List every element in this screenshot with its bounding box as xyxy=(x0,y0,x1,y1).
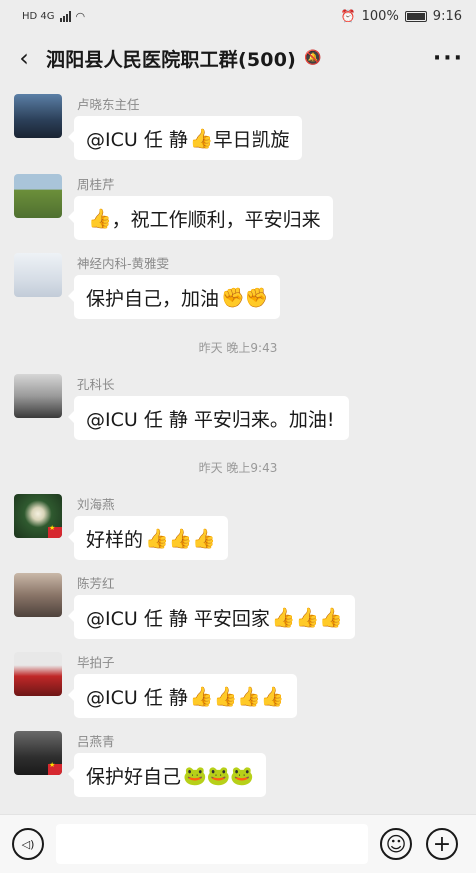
bell-off-icon: 🔕 xyxy=(304,50,322,66)
status-right: ⏰ 100% 9:16 xyxy=(341,9,462,24)
message-bubble[interactable]: 👍 ，祝工作顺利，平安归来 xyxy=(68,196,333,240)
avatar[interactable] xyxy=(14,573,62,617)
avatar[interactable] xyxy=(14,174,62,218)
thumbs-up-icon: 👍 xyxy=(189,127,214,150)
input-bar: ◁) ☺ + xyxy=(0,814,476,873)
sender-name: 周桂芹 xyxy=(77,177,115,192)
flag-icon xyxy=(48,524,62,538)
more-icon: ··· xyxy=(432,45,464,71)
message-text-suffix: 早日凯旋 xyxy=(213,128,290,151)
message-bubble[interactable]: @ICU 任 静 👍👍👍👍 xyxy=(68,674,297,718)
plus-icon: + xyxy=(432,831,452,857)
battery-percent: 100% xyxy=(361,8,399,24)
message-bubble[interactable]: 保护自己，加油 ✊✊ xyxy=(67,275,281,319)
thumbs-up-icon: 👍👍👍 xyxy=(271,606,343,629)
chat-message-list[interactable]: 卢晓东主任 @ICU 任 静 👍 早日凯旋 周桂芹 👍 ，祝工作顺利，平安归来 … xyxy=(0,84,476,814)
thumbs-up-icon: 👍👍👍 xyxy=(145,527,216,550)
message-bubble[interactable]: 好样的 👍👍👍 xyxy=(68,516,228,560)
avatar[interactable] xyxy=(14,494,62,538)
network-label: HD 4G xyxy=(22,10,55,22)
thumbs-up-icon: 👍👍👍👍 xyxy=(189,685,285,708)
sender-name: 陈芳红 xyxy=(77,576,115,591)
chevron-left-icon: ‹ xyxy=(19,44,29,72)
voice-button[interactable]: ◁) xyxy=(12,828,44,860)
message-input[interactable] xyxy=(56,824,368,864)
message-text: 好样的 xyxy=(86,528,144,551)
message-text-suffix: ，祝工作顺利，平安归来 xyxy=(111,208,321,231)
message-bubble[interactable]: @ICU 任 静 平安回家 👍👍👍 xyxy=(68,595,355,639)
chat-header: ‹ 泗阳县人民医院职工群(500) 🔕 ··· xyxy=(0,32,476,84)
signal-icon xyxy=(59,10,71,22)
message-text: @ICU 任 静 平安归来。加油! xyxy=(86,408,335,431)
avatar[interactable] xyxy=(14,374,62,418)
smiley-icon: ☺ xyxy=(385,832,407,856)
avatar[interactable] xyxy=(14,94,62,138)
message-bubble[interactable]: @ICU 任 静 👍 早日凯旋 xyxy=(68,116,302,160)
wifi-icon: ◠ xyxy=(75,9,86,23)
message-text: 保护自己，加油 xyxy=(86,287,220,310)
avatar[interactable] xyxy=(14,731,62,775)
sender-name: 刘海燕 xyxy=(77,497,115,512)
flag-icon xyxy=(48,761,62,775)
message-text: @ICU 任 静 xyxy=(86,686,188,709)
status-left: HD 4G ◠ xyxy=(22,10,85,23)
avatar[interactable] xyxy=(14,652,62,696)
sender-name: 吕燕青 xyxy=(77,734,115,749)
sender-name: 神经内科-黄雅雯 xyxy=(77,256,170,271)
clock-time: 9:16 xyxy=(432,8,462,24)
message-bubble[interactable]: @ICU 任 静 平安归来。加油! xyxy=(68,396,349,440)
sender-name: 孔科长 xyxy=(77,377,115,392)
sender-name: 毕拍子 xyxy=(77,655,115,670)
status-bar: HD 4G ◠ ⏰ 100% 9:16 xyxy=(0,0,476,32)
message-bubble[interactable]: 保护好自己 🐸🐸🐸 xyxy=(68,753,266,797)
avatar[interactable] xyxy=(14,253,62,297)
emoji-button[interactable]: ☺ xyxy=(380,828,412,860)
message-text: @ICU 任 静 平安回家 xyxy=(86,607,270,630)
back-button[interactable]: ‹ xyxy=(10,40,38,76)
fist-icon: ✊✊ xyxy=(221,286,269,309)
frog-icon: 🐸🐸🐸 xyxy=(183,764,254,787)
more-functions-button[interactable]: + xyxy=(426,828,458,860)
message-text: 保护好自己 xyxy=(86,765,182,788)
thumbs-up-icon: 👍 xyxy=(88,207,112,230)
voice-icon: ◁) xyxy=(21,837,35,851)
battery-icon xyxy=(404,10,427,22)
message-text: @ICU 任 静 xyxy=(86,128,188,151)
timestamp: 昨天 晚上9:43 xyxy=(198,341,278,355)
alarm-icon: ⏰ xyxy=(340,9,356,23)
timestamp: 昨天 晚上9:43 xyxy=(198,461,278,475)
chat-title: 泗阳县人民医院职工群(500) xyxy=(46,48,297,71)
sender-name: 卢晓东主任 xyxy=(77,97,140,112)
more-options-button[interactable]: ··· xyxy=(433,46,464,71)
